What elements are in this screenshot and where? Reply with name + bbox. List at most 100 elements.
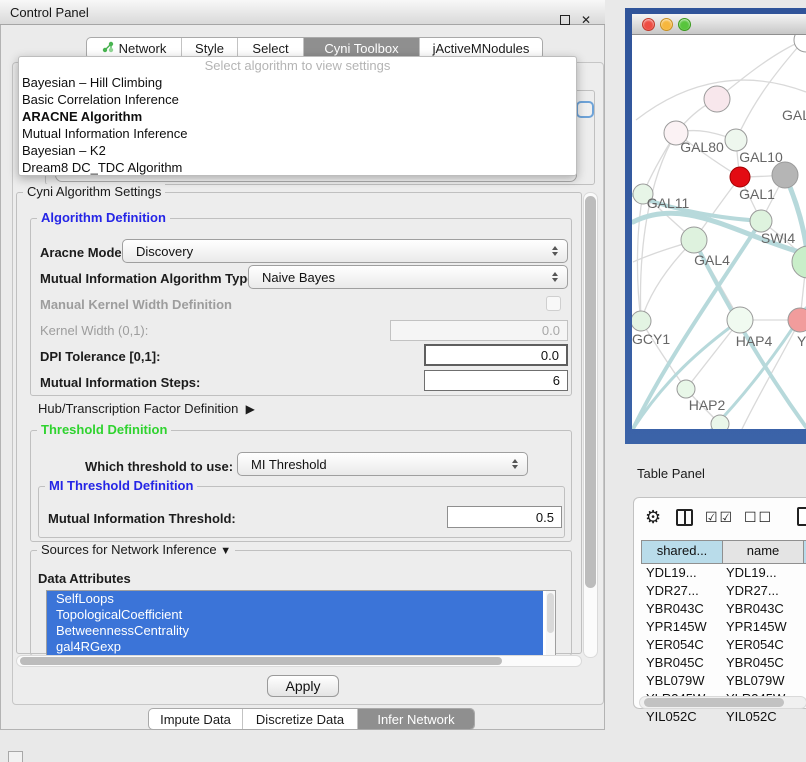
table-row[interactable]: YDR27...YDR27...12 (641, 582, 806, 600)
gear-icon[interactable]: ⚙ (645, 507, 661, 528)
algorithm-option[interactable]: Bayesian – K2 (19, 142, 576, 159)
tab-label: jActiveMNodules (433, 41, 530, 56)
tab-impute-data[interactable]: Impute Data (149, 709, 243, 729)
table-row[interactable]: YBL079WYBL079W (641, 672, 806, 690)
dpi-tolerance-field[interactable]: 0.0 (424, 344, 568, 366)
sources-legend[interactable]: Sources for Network Inference ▼ (37, 542, 235, 557)
data-attribute-item[interactable]: SelfLoops (47, 591, 543, 607)
algorithm-option[interactable]: Bayesian – Hill Climbing (19, 74, 576, 91)
table-cell: 9. (801, 618, 806, 636)
tab-infer-network[interactable]: Infer Network (358, 709, 474, 729)
node-label: SWI4 (761, 230, 795, 246)
node-gal10[interactable] (725, 129, 747, 151)
table-cell: YPR145W (641, 618, 721, 636)
apply-button[interactable]: Apply (267, 675, 339, 697)
tab-discretize-data[interactable]: Discretize Data (243, 709, 358, 729)
node-hap4[interactable] (727, 307, 753, 333)
node-hap2[interactable] (677, 380, 695, 398)
algorithm-option[interactable]: ARACNE Algorithm (19, 108, 576, 125)
column-header[interactable]: name (722, 540, 803, 564)
node-label: GAL10 (739, 149, 783, 165)
data-attribute-item[interactable]: gal4RGexp (47, 639, 543, 655)
table-cell: YIL052C (721, 708, 801, 726)
which-threshold-label: Which threshold to use: (85, 459, 233, 474)
node-gray[interactable] (772, 162, 798, 188)
manual-kernel-label: Manual Kernel Width Definition (40, 297, 232, 312)
checked-boxes-icon[interactable]: ☑☑ (705, 509, 734, 526)
table-cell: YBL079W (641, 672, 721, 690)
zoom-traffic-light-icon[interactable] (678, 18, 691, 31)
table-cell: YBR045C (641, 654, 721, 672)
table-row[interactable]: YIL052CYIL052C9 (641, 708, 806, 726)
expand-right-icon[interactable]: ▶ (246, 402, 255, 416)
node-gal4[interactable] (681, 227, 707, 253)
collapse-down-icon[interactable]: ▼ (220, 545, 231, 557)
tab-label: Infer Network (377, 712, 454, 727)
algorithm-option[interactable]: Basic Correlation Inference (19, 91, 576, 108)
minimized-panel-icon[interactable] (8, 751, 23, 762)
list-vscrollbar-thumb[interactable] (547, 593, 554, 633)
data-attribute-item[interactable]: BetweennessCentrality (47, 623, 543, 639)
which-threshold-value: MI Threshold (251, 457, 327, 472)
kernel-width-field: 0.0 (390, 320, 568, 341)
list-vscrollbar[interactable] (546, 591, 555, 655)
popup-header: Select algorithm to view settings (19, 57, 576, 74)
which-threshold-combo[interactable]: MI Threshold (237, 452, 528, 476)
table-panel-title: Table Panel (637, 466, 705, 481)
node-bottom-partial[interactable] (711, 415, 729, 429)
mi-steps-field[interactable]: 6 (424, 370, 568, 391)
document-icon[interactable] (797, 507, 806, 526)
data-attribute-item[interactable]: TopologicalCoefficient (47, 607, 543, 623)
tab-label: Cyni Toolbox (324, 41, 398, 56)
close-icon[interactable]: ✕ (581, 14, 591, 26)
node-label: GAL (782, 107, 806, 123)
table-row[interactable]: YER054CYER054C8. (641, 636, 806, 654)
algorithm-option[interactable]: Dream8 DC_TDC Algorithm (19, 159, 576, 176)
tab-label: Select (252, 41, 288, 56)
mi-type-combo[interactable]: Naive Bayes (248, 265, 568, 289)
close-traffic-light-icon[interactable] (642, 18, 655, 31)
node-gal1[interactable] (750, 210, 772, 232)
table-cell: YDL19... (641, 564, 721, 582)
float-window-icon[interactable] (560, 15, 570, 25)
node-pink-top[interactable] (704, 86, 730, 112)
settings-hscrollbar-thumb[interactable] (20, 657, 502, 665)
threshold-definition-legend: Threshold Definition (37, 422, 171, 437)
aracne-mode-label: Aracne Mode: (40, 245, 126, 260)
table-cell (801, 600, 806, 618)
stepper-arrows-icon (552, 272, 558, 282)
hub-section-label[interactable]: Hub/Transcription Factor Definition ▶ (38, 401, 255, 416)
network-canvas[interactable]: GALGAL80GAL10GAL1GAL11SWI4GAL4GCY1HAP4YH… (632, 35, 806, 429)
node-label: GCY1 (632, 331, 670, 347)
network-window-titlebar[interactable] (632, 14, 806, 35)
manual-kernel-checkbox[interactable] (546, 296, 561, 311)
mi-threshold-label: Mutual Information Threshold: (48, 511, 236, 526)
data-attributes-list[interactable]: SelfLoopsTopologicalCoefficientBetweenne… (46, 590, 556, 656)
table-row[interactable]: YBR045CYBR045C9. (641, 654, 806, 672)
column-header[interactable]: shared... (641, 540, 722, 564)
algorithm-option[interactable]: Mutual Information Inference (19, 125, 576, 142)
table-cell: YIL052C (641, 708, 721, 726)
columns-icon[interactable] (676, 509, 693, 526)
focused-combo-fragment (576, 101, 594, 118)
table-cell: YPR145W (721, 618, 801, 636)
settings-vscrollbar-thumb[interactable] (585, 196, 596, 588)
table-cell: YBR045C (721, 654, 801, 672)
mi-steps-label: Mutual Information Steps: (40, 375, 200, 390)
stepper-arrows-icon (552, 246, 558, 256)
minimize-traffic-light-icon[interactable] (660, 18, 673, 31)
table-cell: YER054C (721, 636, 801, 654)
table-row[interactable]: YPR145WYPR145W9. (641, 618, 806, 636)
aracne-mode-combo[interactable]: Discovery (122, 239, 568, 263)
node-red[interactable] (730, 167, 750, 187)
unchecked-boxes-icon[interactable]: ☐☐ (744, 509, 773, 526)
table-row[interactable]: YDL19...YDL19...13 (641, 564, 806, 582)
table-cell: YDR27... (641, 582, 721, 600)
node-gcy1[interactable] (632, 311, 651, 331)
node-label: GAL11 (647, 195, 690, 211)
table-row[interactable]: YBR043CYBR043C (641, 600, 806, 618)
mi-threshold-field[interactable]: 0.5 (447, 506, 562, 528)
table-hscrollbar-thumb[interactable] (644, 698, 784, 707)
stepper-arrows-icon (512, 459, 518, 469)
network-tab-icon (102, 41, 114, 56)
